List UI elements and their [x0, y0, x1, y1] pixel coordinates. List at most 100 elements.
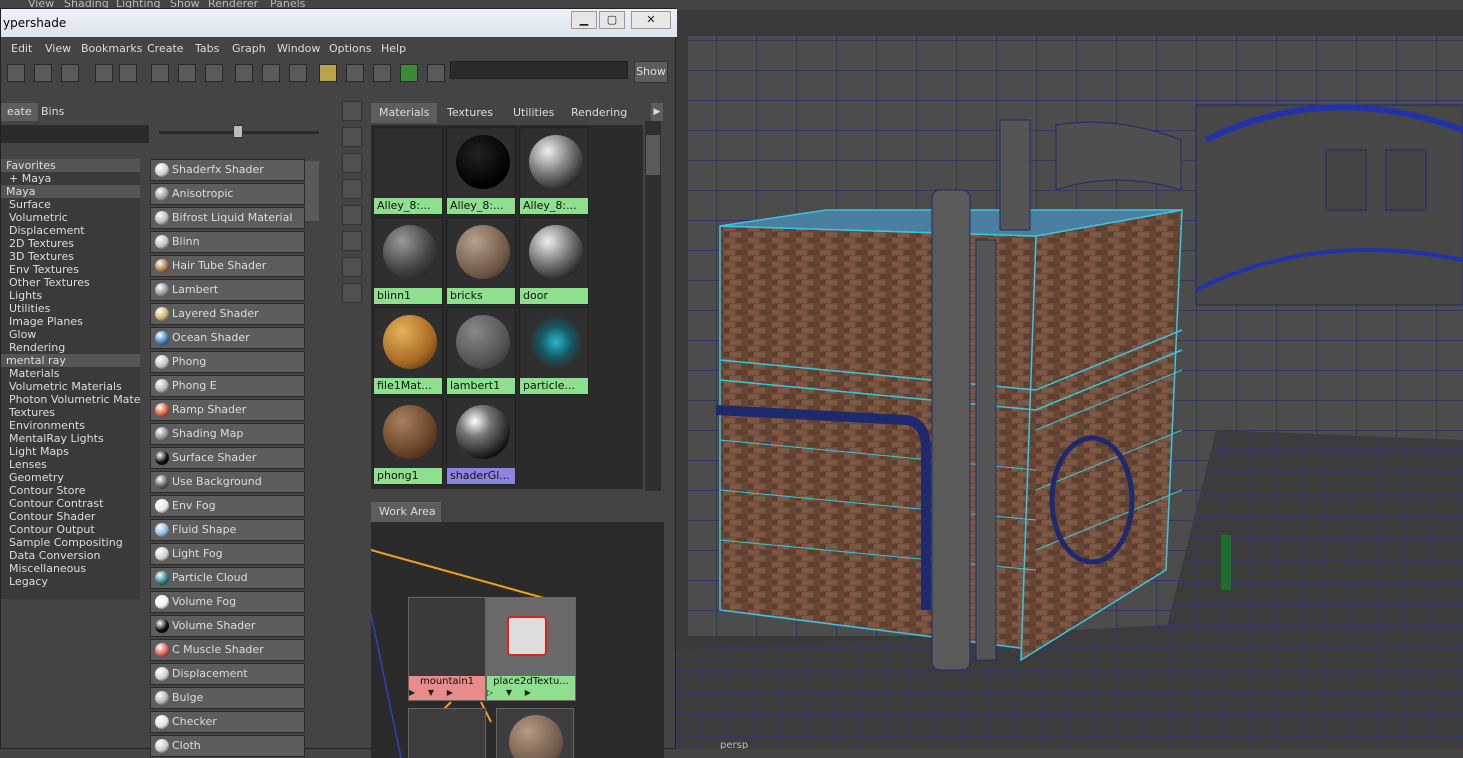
tab-work-area[interactable]: Work Area [371, 502, 441, 522]
toolbar-search-input[interactable] [450, 61, 628, 79]
create-node-item[interactable]: Use Background [150, 471, 305, 493]
tree-item[interactable]: Volumetric [1, 211, 140, 224]
graph-network-icon[interactable] [178, 64, 196, 82]
create-node-item[interactable]: Light Fog [150, 543, 305, 565]
create-node-item[interactable]: Anisotropic [150, 183, 305, 205]
layout-split-icon[interactable] [61, 64, 79, 82]
tool-icon[interactable] [342, 179, 362, 199]
create-node-item[interactable]: Ramp Shader [150, 399, 305, 421]
tab-rendering[interactable]: Rendering [563, 103, 635, 123]
tree-item[interactable]: Surface [1, 198, 140, 211]
menu-window[interactable]: Window [277, 42, 320, 55]
material-swatch[interactable]: phong1 [373, 397, 443, 485]
material-swatch[interactable]: Alley_8:... [519, 127, 589, 215]
minimize-button[interactable]: ▁ [571, 11, 597, 29]
materials-scrollbar-thumb[interactable] [646, 135, 660, 175]
material-swatch[interactable]: door [519, 217, 589, 305]
create-node-item[interactable]: Bifrost Liquid Material [150, 207, 305, 229]
tree-item[interactable]: Favorites [1, 159, 140, 172]
material-swatch[interactable]: bricks [446, 217, 516, 305]
tool-icon[interactable] [342, 153, 362, 173]
tool-icon[interactable] [342, 127, 362, 147]
tab-textures[interactable]: Textures [439, 103, 501, 123]
tree-item[interactable]: Other Textures [1, 276, 140, 289]
tree-item[interactable]: Legacy [1, 575, 140, 588]
tree-item[interactable]: Lights [1, 289, 140, 302]
tree-item[interactable]: Contour Shader [1, 510, 140, 523]
tree-item[interactable]: Displacement [1, 224, 140, 237]
render-icon[interactable] [373, 64, 391, 82]
tree-item[interactable]: 2D Textures [1, 237, 140, 250]
tree-item[interactable]: + Maya [1, 172, 140, 185]
material-swatch[interactable]: blinn1 [373, 217, 443, 305]
snapshot-icon[interactable] [427, 64, 445, 82]
tree-item[interactable]: Maya [1, 185, 140, 198]
tree-item[interactable]: Image Planes [1, 315, 140, 328]
tree-item[interactable]: Miscellaneous [1, 562, 140, 575]
tree-item[interactable]: Materials [1, 367, 140, 380]
tree-item[interactable]: Lenses [1, 458, 140, 471]
tab-utilities[interactable]: Utilities [505, 103, 562, 123]
attribute-view-icon[interactable] [319, 64, 337, 82]
3d-viewport[interactable]: persp [676, 10, 1463, 749]
tab-bins[interactable]: Bins [35, 103, 70, 121]
tree-item[interactable]: Contour Store [1, 484, 140, 497]
create-node-item[interactable]: Phong [150, 351, 305, 373]
tree-item[interactable]: Environments [1, 419, 140, 432]
place2d-node[interactable]: place2dTextu... ▷ ▼ ▶ [486, 597, 576, 701]
material-swatch[interactable]: lambert1 [446, 307, 516, 395]
menu-options[interactable]: Options [329, 42, 371, 55]
maximize-button[interactable]: ▢ [599, 11, 625, 29]
tree-item[interactable]: MentalRay Lights [1, 432, 140, 445]
close-button[interactable]: ✕ [631, 11, 671, 29]
tree-item[interactable]: Volumetric Materials [1, 380, 140, 393]
create-node-item[interactable]: Hair Tube Shader [150, 255, 305, 277]
tabs-scroll-right-icon[interactable]: ▶ [651, 103, 663, 121]
menu-edit[interactable]: Edit [11, 42, 32, 55]
tree-item[interactable]: Geometry [1, 471, 140, 484]
work-area-graph[interactable]: mountain1 ▶ ▼ ▶ place2dTextu... ▷ ▼ ▶ [371, 522, 664, 758]
material-swatch[interactable]: Alley_8:... [373, 127, 443, 215]
layout-single-icon[interactable] [7, 64, 25, 82]
tree-item[interactable]: Photon Volumetric Materi... [1, 393, 140, 406]
create-node-item[interactable]: Shaderfx Shader [150, 159, 305, 181]
tree-item[interactable]: Sample Compositing [1, 536, 140, 549]
icon-size-slider-thumb[interactable] [233, 125, 243, 138]
tree-item[interactable]: Textures [1, 406, 140, 419]
menu-bookmarks[interactable]: Bookmarks [81, 42, 142, 55]
create-node-item[interactable]: Cloth [150, 735, 305, 757]
menu-help[interactable]: Help [381, 42, 406, 55]
output-connections-icon[interactable] [289, 64, 307, 82]
tree-item[interactable]: Contour Output [1, 523, 140, 536]
create-node-item[interactable]: Blinn [150, 231, 305, 253]
create-node-item[interactable]: Bulge [150, 687, 305, 709]
show-button[interactable]: Show [634, 61, 668, 83]
tab-materials[interactable]: Materials [371, 103, 438, 123]
node-list-scrollbar[interactable] [305, 161, 319, 221]
tree-item[interactable]: Utilities [1, 302, 140, 315]
material-swatch[interactable]: Alley_8:... [446, 127, 516, 215]
tree-item[interactable]: Rendering [1, 341, 140, 354]
tree-item[interactable]: Env Textures [1, 263, 140, 276]
create-node-item[interactable]: Volume Fog [150, 591, 305, 613]
mountain-node[interactable]: mountain1 ▶ ▼ ▶ [408, 597, 486, 701]
create-filter-input[interactable] [1, 125, 149, 143]
list-view-icon[interactable] [346, 64, 364, 82]
tool-icon[interactable] [342, 257, 362, 277]
input-connections-icon[interactable] [235, 64, 253, 82]
rearrange-graph-icon[interactable] [205, 64, 223, 82]
clear-graph-icon[interactable] [151, 64, 169, 82]
tree-item[interactable]: 3D Textures [1, 250, 140, 263]
tool-icon[interactable] [342, 205, 362, 225]
place2d-node-ports[interactable]: ▷ ▼ ▶ [487, 688, 575, 700]
ipr-render-icon[interactable] [400, 64, 418, 82]
tool-icon[interactable] [342, 231, 362, 251]
material-swatch[interactable]: file1Mat... [373, 307, 443, 395]
graph-downstream-icon[interactable] [119, 64, 137, 82]
checker-node[interactable] [408, 708, 486, 758]
mountain-node-ports[interactable]: ▶ ▼ ▶ [409, 688, 485, 700]
tree-item[interactable]: mental ray [1, 354, 140, 367]
create-node-item[interactable]: Checker [150, 711, 305, 733]
tree-item[interactable]: Data Conversion [1, 549, 140, 562]
tab-create[interactable]: eate [1, 103, 38, 121]
